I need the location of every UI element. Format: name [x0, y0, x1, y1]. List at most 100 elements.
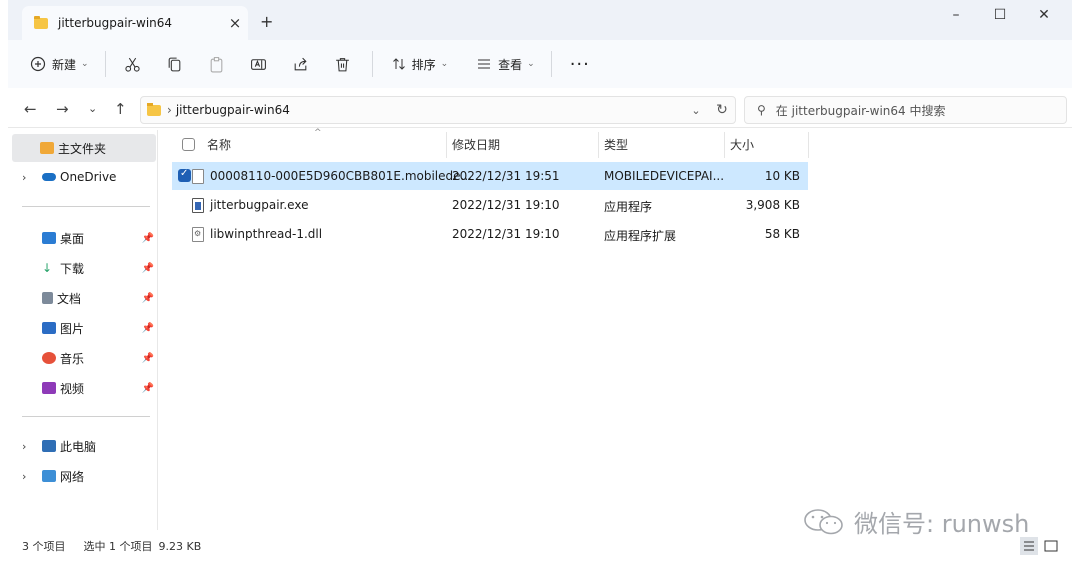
file-modified: 2022/12/31 19:10: [452, 198, 560, 212]
tab-close-button[interactable]: ×: [222, 14, 248, 32]
sidebar-item-downloads[interactable]: ↓ 下载 📌: [8, 254, 158, 282]
file-name: libwinpthread-1.dll: [210, 227, 323, 241]
back-arrow-icon[interactable]: ←: [24, 100, 37, 118]
sidebar-item-label: 图片: [60, 321, 85, 336]
navigation-pane: 主文件夹 › OneDrive 桌面 📌 ↓ 下载 📌 文档 📌 图片 📌 音乐…: [8, 130, 158, 530]
column-divider[interactable]: [446, 132, 447, 158]
sidebar-item-onedrive[interactable]: › OneDrive: [8, 163, 158, 191]
view-button[interactable]: 查看 ⌄: [468, 48, 543, 80]
toolbar-divider: [550, 51, 552, 77]
up-arrow-icon[interactable]: ↑: [114, 100, 127, 118]
item-count: 3 个项目: [22, 540, 66, 553]
column-divider[interactable]: [808, 132, 809, 158]
more-options-button[interactable]: ···: [562, 48, 598, 80]
sidebar-item-pictures[interactable]: 图片 📌: [8, 314, 158, 342]
sidebar-item-music[interactable]: 音乐 📌: [8, 344, 158, 372]
cut-icon: [125, 57, 140, 72]
column-header-label: 名称: [207, 137, 232, 152]
minimize-button[interactable]: –: [936, 4, 976, 28]
pin-icon[interactable]: 📌: [142, 353, 154, 364]
sidebar-item-label: 此电脑: [60, 439, 97, 454]
table-row[interactable]: 00008110-000E5D960CBB801E.mobilede... 20…: [172, 162, 808, 190]
table-row[interactable]: jitterbugpair.exe 2022/12/31 19:10 应用程序 …: [172, 191, 808, 219]
tab-active[interactable]: jitterbugpair-win64 ×: [22, 6, 248, 40]
computer-icon: [42, 440, 56, 452]
new-button[interactable]: 新建 ⌄: [22, 48, 97, 80]
column-divider[interactable]: [598, 132, 599, 158]
maximize-button[interactable]: ☐: [980, 4, 1020, 28]
breadcrumb-separator-icon: ›: [167, 103, 172, 117]
details-view-icon[interactable]: [1020, 537, 1038, 555]
chevron-down-icon: ⌄: [527, 59, 535, 69]
chevron-right-icon[interactable]: ›: [22, 470, 26, 483]
share-button[interactable]: [284, 48, 318, 80]
row-checkbox[interactable]: [178, 168, 191, 182]
file-size: 58 KB: [764, 227, 800, 241]
pin-icon[interactable]: 📌: [142, 233, 154, 244]
sidebar-item-label: 主文件夹: [58, 141, 107, 156]
view-label: 查看: [498, 57, 523, 72]
pin-icon[interactable]: 📌: [142, 293, 154, 304]
sidebar-item-documents[interactable]: 文档 📌: [8, 284, 158, 312]
address-bar[interactable]: › jitterbugpair-win64 ⌄ ↻: [140, 96, 736, 124]
column-header-size[interactable]: 大小: [730, 130, 754, 158]
search-input[interactable]: ⚲ 在 jitterbugpair-win64 中搜索: [744, 96, 1067, 124]
selection-size: 9.23 KB: [158, 539, 202, 553]
column-header-type[interactable]: 类型: [604, 130, 628, 158]
pictures-icon: [42, 322, 56, 334]
command-bar: 新建 ⌄ 排序 ⌄ 查看 ⌄ ···: [8, 40, 1072, 88]
file-modified: 2022/12/31 19:51: [452, 169, 560, 183]
table-row[interactable]: libwinpthread-1.dll 2022/12/31 19:10 应用程…: [172, 220, 808, 248]
breadcrumb-path[interactable]: jitterbugpair-win64: [176, 103, 683, 117]
delete-icon: [336, 57, 349, 71]
documents-icon: [42, 292, 53, 304]
file-modified: 2022/12/31 19:10: [452, 227, 560, 241]
folder-icon: [34, 15, 48, 29]
column-header-name[interactable]: 名称: [182, 130, 231, 158]
rename-button[interactable]: [242, 48, 276, 80]
sidebar-item-desktop[interactable]: 桌面 📌: [8, 224, 158, 252]
file-name: 00008110-000E5D960CBB801E.mobilede...: [210, 169, 472, 183]
file-name: jitterbugpair.exe: [210, 198, 309, 212]
forward-arrow-icon[interactable]: →: [56, 100, 69, 118]
tiles-view-icon[interactable]: [1042, 537, 1060, 555]
pin-icon[interactable]: 📌: [142, 323, 154, 334]
status-bar: 3 个项目 选中 1 个项目 9.23 KB: [8, 534, 1072, 558]
sidebar-item-network[interactable]: › 网络: [8, 462, 158, 490]
chevron-right-icon[interactable]: ›: [22, 171, 26, 184]
sidebar-item-videos[interactable]: 视频 📌: [8, 374, 158, 402]
sort-button[interactable]: 排序 ⌄: [383, 48, 457, 80]
chevron-down-icon[interactable]: ⌄: [683, 104, 709, 117]
recent-locations-chevron-icon[interactable]: ⌄: [88, 102, 97, 115]
chevron-right-icon[interactable]: ›: [22, 440, 26, 453]
copy-button[interactable]: [158, 48, 192, 80]
cut-button[interactable]: [116, 48, 150, 80]
delete-button[interactable]: [326, 48, 360, 80]
music-icon: [42, 352, 56, 364]
sidebar-item-label: 下载: [60, 261, 85, 276]
sidebar-item-this-pc[interactable]: › 此电脑: [8, 432, 158, 460]
tab-title: jitterbugpair-win64: [58, 16, 173, 30]
sidebar-divider: [22, 416, 150, 417]
file-list: ^ 名称 修改日期 类型 大小 00008110-000E5D960CBB801…: [160, 128, 1072, 530]
sidebar-divider: [22, 206, 150, 207]
select-all-checkbox[interactable]: [182, 137, 195, 151]
folder-icon: [147, 102, 161, 116]
sidebar-item-label: 视频: [60, 381, 85, 396]
pin-icon[interactable]: 📌: [142, 383, 154, 394]
paste-button[interactable]: [200, 48, 234, 80]
new-tab-button[interactable]: +: [260, 12, 273, 31]
refresh-icon[interactable]: ↻: [709, 102, 735, 118]
sidebar-item-home[interactable]: 主文件夹: [12, 134, 156, 162]
generic-file-icon: [192, 169, 204, 184]
videos-icon: [42, 382, 56, 394]
sort-icon: [392, 58, 405, 70]
desktop-icon: [42, 232, 56, 244]
sidebar-item-label: OneDrive: [60, 170, 117, 184]
pin-icon[interactable]: 📌: [142, 263, 154, 274]
column-divider[interactable]: [724, 132, 725, 158]
column-header-modified[interactable]: 修改日期: [452, 130, 500, 158]
column-header-label: 大小: [730, 137, 755, 152]
close-button[interactable]: ✕: [1024, 4, 1064, 28]
exe-file-icon: [192, 198, 204, 213]
